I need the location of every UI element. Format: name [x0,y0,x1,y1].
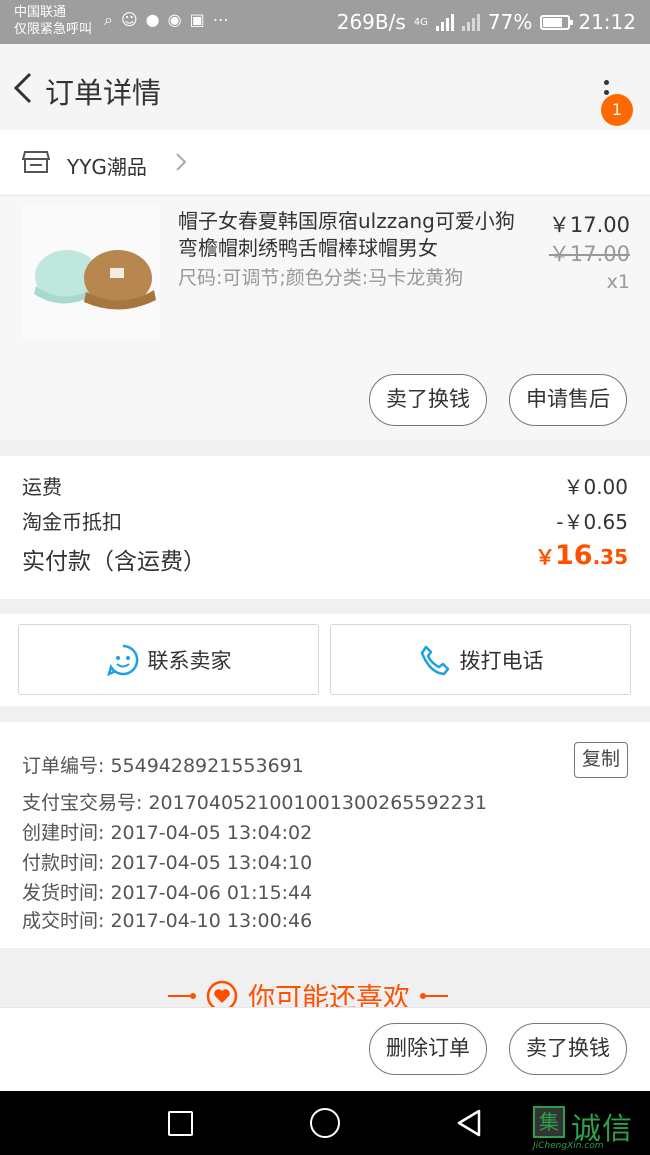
watermark-logo: 集 诚信 JiChengXin.com [533,1104,647,1152]
shop-row[interactable]: YYG潮品 [0,130,650,196]
delete-order-button[interactable]: 删除订单 [369,1023,487,1075]
notification-icons: ⌕ ☺ ● ◉ ▣ ⋯ [104,10,229,30]
shipping-label: 运费 [22,475,62,499]
order-item[interactable]: 帽子女春夏韩国原宿ulzzang可爱小狗弯檐帽刺绣鸭舌帽棒球帽男女 尺码:可调节… [0,196,650,440]
paid-time: 付款时间: 2017-04-05 13:04:10 [22,852,313,874]
chevron-right-icon [176,153,187,171]
product-thumbnail[interactable] [22,206,159,340]
wechat-icon: ◉ [167,10,182,29]
status-right: 269B/s 4G 77% 21:12 [337,10,636,34]
product-quantity: x1 [606,271,630,293]
notification-badge: 1 [601,94,633,126]
total-paid-value: ￥16.35 [535,540,628,571]
chat-face-icon [106,644,138,676]
nav-back-icon[interactable] [455,1108,483,1138]
watermark-box: 集 [533,1106,565,1138]
home-icon[interactable] [310,1108,340,1138]
total-currency: ￥ [534,545,555,569]
battery-percent: 77% [487,10,533,34]
search-icon: ⌕ [104,10,113,29]
emergency-only: 仅限紧急呼叫 [14,22,93,37]
completed-time: 成交时间: 2017-04-10 13:00:46 [22,910,313,932]
alipay-number: 支付宝交易号: 2017040521001001300265592231 [22,792,487,814]
carrier-name: 中国联通 [14,5,67,20]
divider-right [420,992,448,999]
recommend-title: 你可能还喜欢 [248,983,410,1008]
order-number: 订单编号: 5549428921553691 [22,755,304,777]
coin-discount-label: 淘金币抵扣 [22,510,122,534]
shipped-time: 发货时间: 2017-04-06 01:15:44 [22,882,313,904]
call-label: 拨打电话 [459,648,544,673]
fee-summary: 运费 ￥0.00 淘金币抵扣 -￥0.65 实付款（含运费） ￥16.35 [0,456,650,599]
signal-icon [435,13,454,31]
status-bar: 中国联通 仅限紧急呼叫 ⌕ ☺ ● ◉ ▣ ⋯ 269B/s 4G 77% 21… [0,0,650,44]
order-info: 订单编号: 5549428921553691 复制 支付宝交易号: 201704… [0,722,650,948]
battery-icon [540,14,574,30]
net-speed: 269B/s [336,10,406,34]
recommend-header: 你可能还喜欢 [168,976,448,1008]
weibo-icon: ▣ [189,10,205,29]
sell-for-cash-button[interactable]: 卖了换钱 [369,374,487,426]
recents-icon[interactable] [168,1111,193,1136]
app-header: 订单详情 1 [0,44,650,130]
clock: 21:12 [578,10,636,34]
watermark-sub: JiChengXin.com [533,1141,604,1151]
page-title: 订单详情 [45,76,162,110]
sell-for-cash-button-bottom[interactable]: 卖了换钱 [509,1023,627,1075]
call-button[interactable]: 拨打电话 [330,624,631,695]
shop-icon [22,151,50,173]
total-decimal: .35 [592,545,628,569]
contact-seller-label: 联系卖家 [147,648,232,673]
network-type: 4G [413,16,428,28]
signal-icon-2 [461,13,480,31]
created-time: 创建时间: 2017-04-05 13:04:02 [22,822,313,844]
phone-icon [420,645,449,675]
copy-button[interactable]: 复制 [574,742,628,778]
back-arrow-icon[interactable] [10,68,40,108]
contact-seller-button[interactable]: 联系卖家 [18,624,319,695]
divider-left [168,992,196,999]
shipping-value: ￥0.00 [563,475,628,499]
original-price: ￥17.00 [548,242,630,266]
avatar-icon: ● [145,10,160,29]
heart-icon [206,980,238,1008]
contact-section: 联系卖家 拨打电话 [0,614,650,706]
product-title: 帽子女春夏韩国原宿ulzzang可爱小狗弯檐帽刺绣鸭舌帽棒球帽男女 [178,209,515,260]
total-main: 16 [554,540,593,571]
carrier-info: 中国联通 仅限紧急呼叫 [14,4,92,38]
product-price: ￥17.00 [548,213,630,237]
shop-name: YYG潮品 [67,155,147,179]
recommend-section: 你可能还喜欢 [0,948,650,1008]
face-icon: ☺ [120,10,138,29]
product-spec: 尺码:可调节;颜色分类:马卡龙黄狗 [178,267,464,289]
coin-discount-value: -￥0.65 [556,510,628,534]
total-paid-label: 实付款（含运费） [22,549,206,575]
bottom-action-bar: 删除订单 卖了换钱 [0,1007,650,1091]
after-sales-button[interactable]: 申请售后 [509,374,627,426]
more-icon: ⋯ [212,10,229,29]
